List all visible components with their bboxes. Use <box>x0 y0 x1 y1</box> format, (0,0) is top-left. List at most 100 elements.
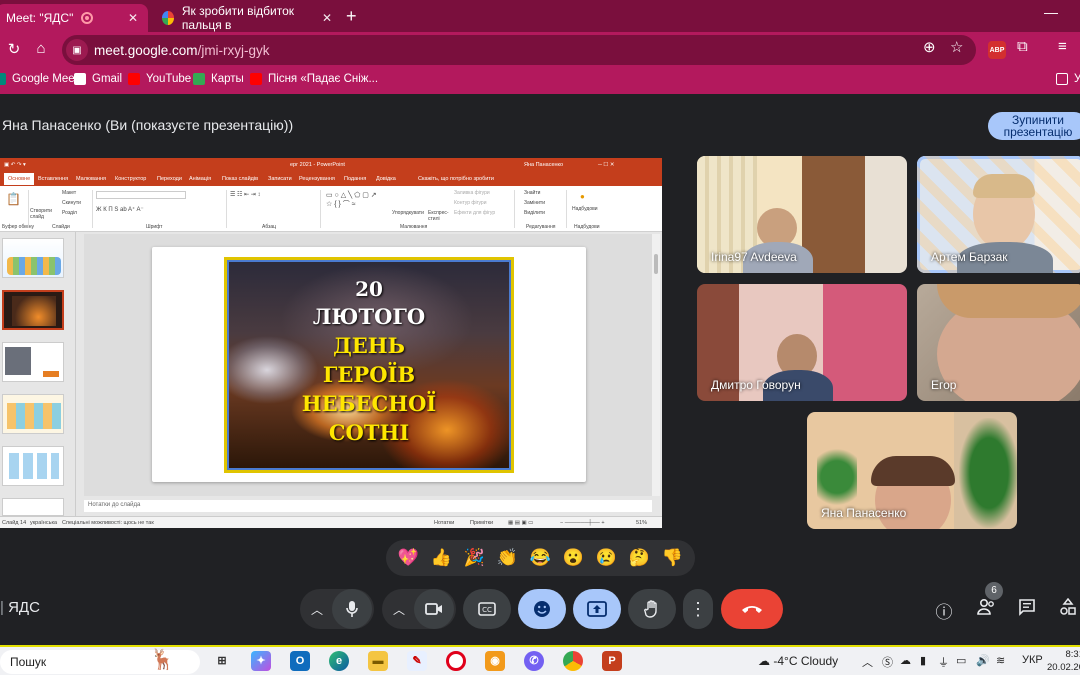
bookmark-folder[interactable]: У <box>1056 73 1080 85</box>
people-icon[interactable] <box>974 598 998 621</box>
ppt-tab[interactable]: Конструктор <box>115 176 146 182</box>
ppt-tab[interactable]: Подання <box>344 176 366 182</box>
shape-outline-button[interactable]: Контур фігури <box>454 200 486 206</box>
keyboard-language[interactable]: УКР <box>1022 654 1043 666</box>
ppt-tab[interactable]: Малювання <box>76 176 106 182</box>
bookmark-star-icon[interactable]: ☆ <box>950 38 963 56</box>
ppt-tab[interactable]: Переходи <box>157 176 182 182</box>
reaction-thumbs-up-button[interactable]: 👍 <box>426 543 458 573</box>
participant-tile[interactable]: Егор <box>917 284 1080 401</box>
activities-icon[interactable] <box>1056 597 1080 621</box>
chrome-icon[interactable] <box>563 651 583 671</box>
site-info-icon[interactable]: ▣ <box>66 39 88 61</box>
addins-button[interactable]: Надбудови <box>572 206 598 212</box>
tab-fingerprint[interactable]: Як зробити відбиток пальця в ✕ <box>152 4 342 32</box>
find-button[interactable]: Знайти <box>524 190 540 196</box>
reaction-party-button[interactable]: 🎉 <box>459 543 491 573</box>
bookmark-google-meet[interactable]: Google Meet <box>0 73 78 85</box>
reaction-sparkling-heart-button[interactable]: 💖 <box>393 543 425 573</box>
stop-presenting-button[interactable]: Зупинити презентацію <box>988 112 1080 140</box>
paint-app-icon[interactable]: ✎ <box>407 651 427 671</box>
slide-thumbnail-selected[interactable] <box>2 290 64 330</box>
reaction-surprised-button[interactable]: 😮 <box>558 543 590 573</box>
section-button[interactable]: Розділ <box>62 210 77 216</box>
arrange-button[interactable]: Упорядкувати <box>392 210 424 216</box>
participant-tile[interactable]: Irina97 Avdeeva <box>697 156 907 273</box>
leave-call-button[interactable] <box>721 589 783 629</box>
more-options-button[interactable]: ⋮ <box>683 589 713 629</box>
zoom-slider[interactable]: − ──────┼── + <box>560 520 605 526</box>
addins-icon[interactable]: ● <box>580 192 585 201</box>
replace-button[interactable]: Замінити <box>524 200 545 206</box>
outlook-icon[interactable]: O <box>290 651 310 671</box>
tray-skype-icon[interactable]: Ⓢ <box>882 654 893 670</box>
ppt-tab[interactable]: Основне <box>4 173 35 185</box>
slide-thumbnail[interactable] <box>2 498 64 516</box>
copilot-icon[interactable]: ✦ <box>251 651 271 671</box>
reaction-clap-button[interactable]: 👏 <box>492 543 524 573</box>
zoom-icon[interactable]: ⊕ <box>923 38 936 56</box>
layout-button[interactable]: Макет <box>62 190 76 196</box>
extensions-icon[interactable]: ⧉ <box>1017 38 1028 55</box>
close-tab-icon[interactable]: ✕ <box>322 11 332 25</box>
slide-thumbnail[interactable] <box>2 238 64 278</box>
powerpoint-icon[interactable]: P <box>602 651 622 671</box>
tray-display-icon[interactable]: ▭ <box>956 654 966 667</box>
chat-icon[interactable] <box>1015 598 1039 621</box>
ppt-tab[interactable]: Записати <box>268 176 292 182</box>
reaction-thinking-button[interactable]: 🤔 <box>624 543 656 573</box>
ppt-quick-access[interactable]: ▣ ↶ ↷ ▾ <box>4 162 26 168</box>
camera-button[interactable] <box>414 589 454 629</box>
ppt-tab[interactable]: Довідка <box>376 176 396 182</box>
paste-icon[interactable]: 📋 <box>6 192 21 206</box>
tray-wifi-icon[interactable]: ≋ <box>996 654 1005 667</box>
taskbar-clock[interactable]: 8:31 20.02.20 <box>1047 648 1080 674</box>
status-zoom[interactable]: 51% <box>636 520 647 526</box>
ppt-tab[interactable]: Анімація <box>189 176 211 182</box>
reload-icon[interactable]: ↻ <box>4 40 24 58</box>
slide-notes[interactable]: Нотатки до слайда <box>84 500 652 512</box>
reset-button[interactable]: Скинути <box>62 200 81 206</box>
current-slide[interactable]: 20 ЛЮТОГО ДЕНЬ ГЕРОЇВ НЕБЕСНОЇ СОТНІ <box>152 247 586 482</box>
minimize-window-button[interactable]: — <box>1044 4 1058 20</box>
task-view-icon[interactable]: ⊞ <box>212 651 232 671</box>
address-bar[interactable]: ▣ meet.google.com/jmi-rxyj-gyk <box>62 35 976 65</box>
meeting-details-icon[interactable]: ⓘ <box>932 598 956 623</box>
adblock-extension-icon[interactable]: ABP <box>988 41 1006 59</box>
raise-hand-button[interactable] <box>628 589 676 629</box>
bookmark-maps[interactable]: Карты <box>193 73 244 85</box>
ppt-tab[interactable]: Вставлення <box>38 176 68 182</box>
select-button[interactable]: Виділити <box>524 210 545 216</box>
slide-thumbnail[interactable] <box>2 342 64 382</box>
participant-tile-active-speaker[interactable]: Артем Барзак <box>917 156 1080 273</box>
ppt-tab[interactable]: Рецензування <box>299 176 335 182</box>
tray-battery-icon[interactable]: ▮ <box>920 654 926 667</box>
reaction-thumbs-down-button[interactable]: 👎 <box>657 543 689 573</box>
tray-up-arrow-icon[interactable]: ︿ <box>862 654 873 670</box>
ppt-window-controls[interactable]: ─ ☐ ✕ <box>598 162 615 168</box>
camera-options-button[interactable]: ︿ <box>384 589 414 629</box>
shape-fill-button[interactable]: Заливка фігури <box>454 190 490 196</box>
close-tab-icon[interactable]: ✕ <box>128 11 138 25</box>
viber-icon[interactable]: ✆ <box>524 651 544 671</box>
tray-sound-icon[interactable]: 🔊 <box>976 654 990 667</box>
status-accessibility[interactable]: Спеціальні можливості: щось не так <box>62 520 154 526</box>
media-controls-icon[interactable]: ≡ <box>1058 38 1067 55</box>
tray-usb-icon[interactable]: ⏚ <box>938 654 949 670</box>
present-now-button[interactable] <box>573 589 621 629</box>
weather-widget[interactable]: ☁ -4°C Cloudy <box>758 654 838 668</box>
file-explorer-icon[interactable]: ▬ <box>368 651 388 671</box>
microphone-button[interactable] <box>332 589 372 629</box>
quick-styles-button[interactable]: Експрес-стилі <box>428 210 450 222</box>
participant-tile-self[interactable]: Яна Панасенко <box>807 412 1017 529</box>
reaction-sad-button[interactable]: 😢 <box>591 543 623 573</box>
font-selector[interactable] <box>96 191 186 199</box>
participant-tile[interactable]: Дмитро Говорун <box>697 284 907 401</box>
new-tab-button[interactable]: + <box>346 6 357 27</box>
view-buttons[interactable]: ▦ ▤ ▣ ▭ <box>508 520 533 526</box>
home-icon[interactable]: ⌂ <box>31 40 51 57</box>
font-style-buttons[interactable]: Ж К П S ab A⁺ A⁻ <box>96 206 144 213</box>
emoji-reactions-button[interactable] <box>518 589 566 629</box>
slide-thumbnail[interactable] <box>2 394 64 434</box>
captions-button[interactable]: CC <box>463 589 511 629</box>
